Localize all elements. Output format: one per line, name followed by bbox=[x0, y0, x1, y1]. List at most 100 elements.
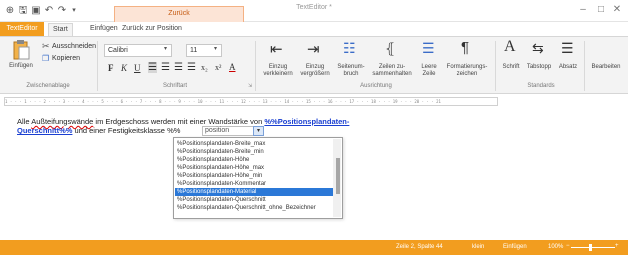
window-title: TextEditor * bbox=[296, 4, 332, 11]
insert-mode[interactable]: Einfügen bbox=[503, 243, 527, 252]
autocomplete-item[interactable]: %Positionsplandaten-Höhe_min bbox=[175, 172, 333, 180]
italic-button[interactable]: K bbox=[121, 63, 127, 73]
chevron-down-icon[interactable]: ▾ bbox=[253, 126, 264, 136]
page-break-button[interactable]: ☷ Seitenum- bruch bbox=[334, 40, 368, 84]
tab-einfuegen[interactable]: Einfügen bbox=[86, 23, 122, 36]
autocomplete-item[interactable]: %Positionsplandaten-Querschnitt bbox=[175, 196, 333, 204]
minimize-icon[interactable]: – bbox=[576, 4, 590, 16]
autocomplete-item[interactable]: %Positionsplandaten-Querschnitt_ohne_Bez… bbox=[175, 204, 333, 212]
misspelled-word[interactable]: Außteifungswände bbox=[31, 117, 93, 126]
cut-button[interactable]: ✂ Ausschneiden bbox=[42, 41, 96, 53]
dialog-launcher-icon[interactable]: ⇲ bbox=[248, 83, 252, 89]
autocomplete-item[interactable]: %Positionsplandaten-Höhe bbox=[175, 156, 333, 164]
chevron-down-icon: ▾ bbox=[164, 46, 168, 52]
autocomplete-item[interactable]: %Positionsplandaten-Breite_max bbox=[175, 140, 333, 148]
tab-texteditor[interactable]: TextEditor bbox=[0, 22, 44, 36]
align-center-button[interactable]: ☰ bbox=[161, 62, 170, 73]
pilcrow-icon: ¶ bbox=[461, 39, 470, 56]
align-right-button[interactable]: ☰ bbox=[174, 62, 183, 73]
divider bbox=[97, 41, 98, 91]
tab-zurueck-zur-position[interactable]: Zurück zur Position bbox=[118, 23, 186, 36]
placeholder-token[interactable]: %%Positionsplandaten- bbox=[264, 117, 349, 126]
zoom-out-icon[interactable]: − bbox=[566, 242, 570, 251]
indent-decrease-button[interactable]: ⇤ Einzug verkleinern bbox=[258, 40, 298, 84]
ribbon-tabs: TextEditor Start Einfügen Zurück zur Pos… bbox=[0, 22, 628, 36]
paste-label: Einfügen bbox=[9, 63, 33, 69]
justify-button[interactable]: ☰ bbox=[187, 62, 196, 73]
paste-button[interactable]: Einfügen bbox=[6, 40, 36, 80]
placeholder-token[interactable]: Querschnitt%% bbox=[17, 126, 72, 135]
autocomplete-item[interactable]: %Positionsplandaten-Kommentar bbox=[175, 180, 333, 188]
case-mode[interactable]: klein bbox=[472, 243, 484, 252]
tabstop-icon: ⇆ bbox=[532, 40, 544, 56]
autocomplete-item[interactable]: %Positionsplandaten-Breite_min bbox=[175, 148, 333, 156]
bold-button[interactable]: F bbox=[108, 63, 114, 73]
font-color-button[interactable]: A bbox=[229, 62, 236, 72]
ruler[interactable]: 1 · · · 1 · · · 2 · · · 3 · · · 4 · · · … bbox=[4, 97, 498, 106]
status-bar: Zeile 2, Spalte 44 klein Einfügen 100% −… bbox=[0, 240, 628, 255]
indent-increase-button[interactable]: ⇥ Einzug vergrößern bbox=[298, 40, 332, 84]
standard-paragraph-button[interactable]: ☰ Absatz bbox=[554, 40, 582, 84]
document-line-1: Alle Außteifungswände im Erdgeschoss wer… bbox=[17, 117, 349, 126]
divider bbox=[584, 41, 585, 91]
maximize-icon[interactable]: □ bbox=[594, 4, 608, 16]
page-break-label: Seitenum- bruch bbox=[337, 64, 365, 77]
standard-tab-label: Tabstopp bbox=[526, 64, 552, 70]
autocomplete-item[interactable]: %Positionsplandaten-Höhe_max bbox=[175, 164, 333, 172]
standard-paragraph-label: Absatz bbox=[558, 64, 578, 70]
zoom-slider[interactable] bbox=[571, 247, 615, 248]
copy-icon: ❐ bbox=[42, 54, 50, 63]
format-chars-button[interactable]: ¶ Formatierungs- zeichen bbox=[442, 39, 492, 84]
paragraph-icon: ☰ bbox=[561, 40, 574, 56]
paste-icon bbox=[13, 40, 30, 60]
autocomplete-item-selected[interactable]: %Positionsplandaten-Material bbox=[175, 188, 333, 196]
empty-line-button[interactable]: ☰ Leere Zeile bbox=[416, 40, 442, 84]
divider bbox=[495, 41, 496, 91]
underline-button[interactable]: U bbox=[134, 63, 141, 73]
superscript-button[interactable]: x² bbox=[215, 63, 221, 72]
chevron-down-icon: ▾ bbox=[214, 46, 218, 52]
indent-decrease-label: Einzug verkleinern bbox=[263, 64, 293, 77]
standard-tab-button[interactable]: ⇆ Tabstopp bbox=[524, 40, 554, 84]
keep-lines-button[interactable]: ⦃ Zeilen zu- sammenhalten bbox=[368, 40, 416, 84]
edit-button[interactable]: Bearbeiten bbox=[586, 40, 626, 84]
page-break-icon: ☷ bbox=[343, 40, 356, 56]
keep-lines-icon: ⦃ bbox=[385, 40, 396, 56]
keep-lines-label: Zeilen zu- sammenhalten bbox=[372, 64, 412, 77]
autocomplete-list[interactable]: %Positionsplandaten-Breite_max %Position… bbox=[173, 137, 343, 219]
copy-button[interactable]: ❐ Kopieren bbox=[42, 54, 92, 65]
standards-group-label: Standards bbox=[527, 83, 555, 89]
zoom-level: 100% bbox=[548, 244, 564, 250]
standard-font-button[interactable]: A Schrift bbox=[498, 38, 524, 84]
edit-label: Bearbeiten bbox=[591, 64, 621, 70]
copy-label: Kopieren bbox=[52, 55, 81, 62]
align-left-button[interactable]: ☰ bbox=[148, 62, 157, 73]
indent-increase-label: Einzug vergrößern bbox=[300, 64, 330, 77]
empty-line-icon: ☰ bbox=[422, 40, 435, 56]
standard-font-label: Schrift bbox=[502, 64, 520, 70]
title-bar: ⊕ 🖫 ▣ ↶ ↷ ▾ Zurück TextEditor * – □ ✕ bbox=[0, 0, 628, 22]
clipboard-group-label: Zwischenablage bbox=[26, 83, 70, 89]
indent-decrease-icon: ⇤ bbox=[270, 41, 283, 58]
indent-increase-icon: ⇥ bbox=[307, 41, 320, 58]
text-run: Alle bbox=[17, 117, 32, 126]
zoom-slider-handle[interactable] bbox=[589, 244, 592, 251]
font-group-label: Schriftart bbox=[162, 83, 187, 89]
scrollbar-thumb[interactable] bbox=[336, 158, 340, 194]
format-chars-label: Formatierungs- zeichen bbox=[446, 64, 488, 77]
cut-label: Ausschneiden bbox=[52, 43, 96, 50]
subscript-button[interactable]: x₂ bbox=[201, 63, 208, 72]
ruler-ticks: 1 · · · 1 · · · 2 · · · 3 · · · 4 · · · … bbox=[5, 99, 441, 104]
font-icon: A bbox=[504, 38, 516, 55]
font-name-combo[interactable]: Calibri bbox=[104, 44, 172, 57]
zoom-in-icon[interactable]: + bbox=[615, 242, 619, 251]
tab-start[interactable]: Start bbox=[48, 23, 73, 36]
text-run: im Erdgeschoss werden mit einer Wandstär… bbox=[93, 117, 265, 126]
close-icon[interactable]: ✕ bbox=[610, 4, 624, 16]
cursor-position: Zeile 2, Spalte 44 bbox=[396, 244, 443, 250]
empty-line-label: Leere Zeile bbox=[421, 64, 437, 77]
paragraph-group-label: Ausrichtung bbox=[360, 83, 392, 89]
ribbon: Einfügen ✂ Ausschneiden ❐ Kopieren Zwisc… bbox=[0, 36, 628, 94]
scissors-icon: ✂ bbox=[42, 41, 50, 51]
document-line-2: Querschnitt%% und einer Festigkeitsklass… bbox=[17, 126, 180, 135]
